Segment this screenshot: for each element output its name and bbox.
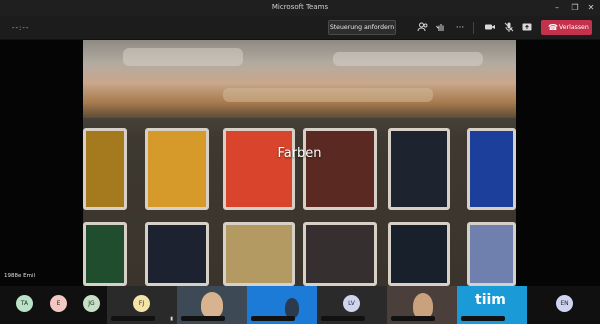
participant-avatar-e[interactable]: E: [50, 295, 67, 312]
participant-tile-fj[interactable]: FJ ▮: [107, 286, 177, 324]
paint-pan-yellow: [145, 128, 209, 210]
participant-avatar-en[interactable]: EN: [556, 295, 573, 312]
name-bar: [461, 316, 505, 321]
participant-video-tile[interactable]: [177, 286, 247, 324]
video-camera-icon: [485, 24, 495, 30]
participants-icon[interactable]: [416, 21, 430, 35]
paint-pan-blue: [467, 128, 516, 210]
microphone-muted-icon[interactable]: [502, 21, 516, 35]
mic-off-icon: [504, 22, 514, 32]
participant-avatar-lv: LV: [343, 295, 360, 312]
participant-avatar-ta[interactable]: TA: [16, 295, 33, 312]
participant-avatar-fj: FJ: [133, 295, 150, 312]
paint-pan-brown: [303, 128, 377, 210]
paint-pan-red: [223, 128, 295, 210]
brand-logo-text: tiim: [475, 292, 506, 308]
raise-hand-icon: [436, 24, 444, 31]
paint-pan-tan: [223, 222, 295, 286]
leave-button[interactable]: ☎ Verlassen: [541, 20, 592, 35]
paint-pan-black: [145, 222, 209, 286]
paint-splash: [223, 88, 433, 102]
share-tray-icon[interactable]: [520, 21, 534, 35]
request-control-button[interactable]: Steuerung anfordern: [328, 20, 396, 35]
name-bar: [181, 316, 225, 321]
shared-content[interactable]: Farben: [83, 40, 516, 286]
name-bar: [111, 316, 155, 321]
paint-pan-green: [83, 222, 127, 286]
people-icon: [417, 22, 428, 32]
close-button[interactable]: ✕: [585, 2, 597, 13]
mic-icon: ▮: [170, 316, 173, 322]
paint-pan-indigo: [388, 128, 450, 210]
paint-pan-grey: [303, 222, 377, 286]
reactions-icon[interactable]: [434, 21, 448, 35]
title-bar: Microsoft Teams – ❐ ✕: [0, 0, 600, 16]
participant-strip: TA E JG FJ ▮ LV tiim EN: [0, 286, 600, 324]
participant-tile-lv[interactable]: LV: [317, 286, 387, 324]
name-bar: [391, 316, 435, 321]
participant-avatar-jg[interactable]: JG: [83, 295, 100, 312]
participant-tile-brand[interactable]: tiim: [457, 286, 527, 324]
paint-pan-light-blue: [467, 222, 516, 286]
maximize-button[interactable]: ❐: [569, 2, 581, 13]
meeting-toolbar: --:-- Steuerung anfordern ··· ☎ Verlasse…: [0, 16, 600, 40]
meeting-timer: --:--: [12, 24, 30, 32]
window-title: Microsoft Teams: [271, 3, 329, 11]
slide-title: Farben: [277, 146, 322, 161]
paint-splash: [333, 52, 483, 66]
phone-hangup-icon: ☎: [548, 23, 558, 32]
presenter-name: 1988e Emil: [4, 273, 36, 279]
paint-pan-dark: [388, 222, 450, 286]
name-bar: [321, 316, 365, 321]
more-options-button[interactable]: ···: [453, 21, 467, 35]
participant-face: [285, 298, 299, 318]
paint-pan-ochre: [83, 128, 127, 210]
share-screen-icon: [522, 23, 532, 31]
toolbar-divider: [473, 22, 474, 34]
participant-face: [201, 292, 223, 318]
participant-video-tile[interactable]: [387, 286, 457, 324]
participant-video-tile[interactable]: [247, 286, 317, 324]
meeting-stage: Farben 1988e Emil: [0, 40, 600, 286]
leave-label: Verlassen: [559, 24, 589, 31]
paint-splash: [123, 48, 243, 66]
minimize-button[interactable]: –: [551, 2, 563, 13]
camera-icon[interactable]: [483, 21, 497, 35]
name-bar: [251, 316, 295, 321]
